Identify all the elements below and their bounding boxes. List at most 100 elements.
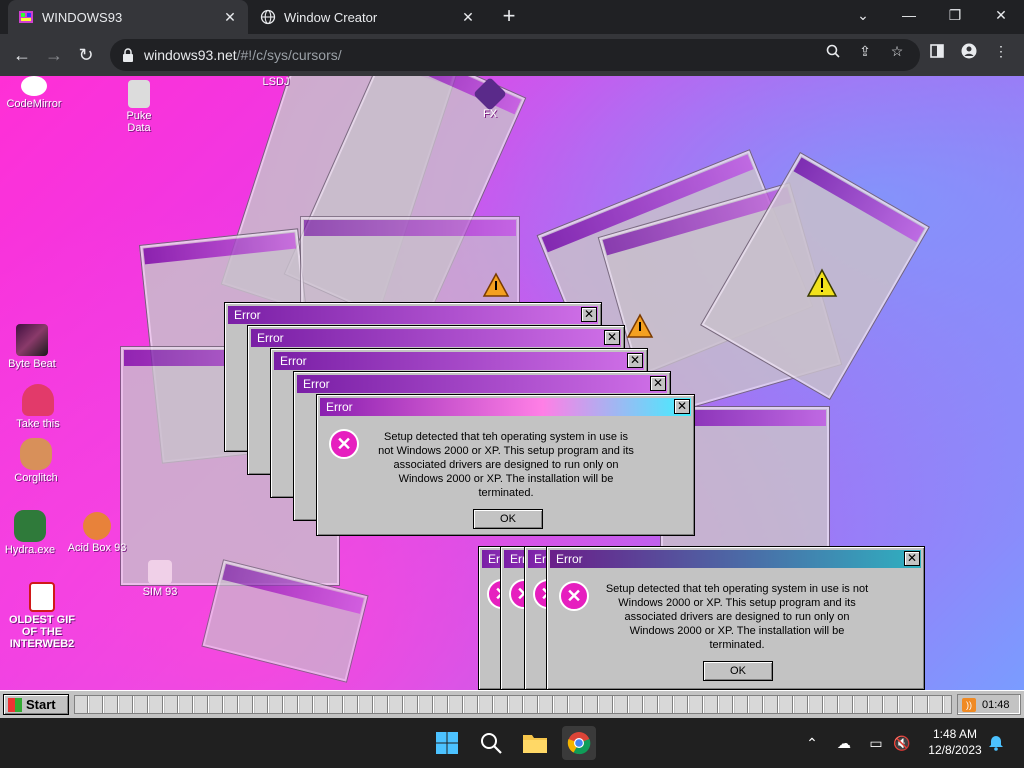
tab-close-icon[interactable]: ✕	[222, 9, 238, 25]
url-path: /#!/c/sys/cursors/	[236, 47, 342, 63]
system-clock[interactable]: 1:48 AM 12/8/2023	[920, 726, 990, 758]
error-x-icon: ✕	[329, 429, 359, 459]
close-icon[interactable]: ✕	[674, 399, 690, 414]
rss-feed-icon[interactable]: ))	[962, 697, 976, 712]
codemirror-icon	[21, 76, 47, 96]
take-this-icon	[22, 384, 54, 416]
search-icon[interactable]	[477, 729, 505, 757]
close-icon[interactable]: ✕	[650, 376, 666, 391]
ok-button[interactable]: OK	[473, 509, 543, 529]
desktop-icon-take-this[interactable]: Take this	[10, 384, 66, 430]
minimize-icon[interactable]: —	[886, 0, 932, 30]
cloud-offline-icon[interactable]: ☁	[834, 733, 854, 753]
tab-title: WINDOWS93	[42, 9, 123, 25]
error-dialog-main[interactable]: Error ✕ ✕ Setup detected that teh operat…	[316, 394, 695, 536]
start-logo-icon	[8, 697, 22, 712]
search-icon[interactable]	[824, 42, 842, 60]
file-explorer-icon[interactable]	[521, 729, 549, 757]
close-icon[interactable]: ✕	[604, 330, 620, 345]
desktop-icon-label: Hydra.exe	[4, 544, 56, 556]
byte-beat-icon	[16, 324, 48, 356]
chrome-icon[interactable]	[562, 726, 596, 760]
windows-taskbar: ⌃ ☁ ▭ 🔇 1:48 AM 12/8/2023	[0, 718, 1024, 768]
puke-data-icon	[128, 80, 150, 108]
oldest-gif-icon	[29, 582, 55, 612]
more-menu-icon[interactable]: ⋮	[992, 42, 1010, 60]
address-bar[interactable]: windows93.net/#!/c/sys/cursors/	[110, 39, 920, 71]
clock-date: 12/8/2023	[928, 743, 982, 757]
error-title: Error	[251, 329, 621, 347]
error-title: Error	[274, 352, 644, 370]
chevron-up-icon[interactable]: ⌃	[802, 733, 822, 753]
desktop-icon-oldest-gif[interactable]: OLDEST GIF OF THE INTERWEB2	[4, 582, 80, 650]
share-icon[interactable]: ⇪	[856, 42, 874, 60]
corglitch-icon	[20, 438, 52, 470]
side-panel-icon[interactable]	[928, 42, 946, 60]
browser-tab-bar: WINDOWS93 ✕ Window Creator ✕ + ⌄ — ❐ ✕	[0, 0, 1024, 34]
profile-icon[interactable]	[960, 42, 978, 60]
close-icon[interactable]: ✕	[627, 353, 643, 368]
start-button[interactable]: Start	[3, 694, 69, 715]
clock-time: 1:48 AM	[932, 727, 978, 741]
error-dialog-secondary[interactable]: Error ✕ ✕ Setup detected that teh operat…	[546, 546, 925, 690]
error-message: Setup detected that teh operating system…	[605, 583, 869, 651]
error-message: Setup detected that teh operating system…	[378, 431, 634, 499]
w93-clock: 01:48	[982, 698, 1010, 711]
browser-toolbar: ← → ↻ windows93.net/#!/c/sys/cursors/ ⇪ …	[0, 34, 1024, 76]
windows-start-icon[interactable]	[433, 729, 461, 757]
desktop-icon-label: Puke Data	[126, 110, 152, 134]
close-window-icon[interactable]: ✕	[978, 0, 1024, 30]
w93-taskbar: Start )) 01:48	[0, 690, 1024, 718]
desktop-icon-sim93[interactable]: SIM 93	[136, 560, 184, 598]
fx-star-icon	[473, 77, 507, 111]
error-title: Error	[550, 550, 921, 568]
display-icon[interactable]: ▭	[866, 733, 886, 753]
tab-close-icon[interactable]: ✕	[460, 9, 476, 25]
desktop-icon-label: LSDJ	[262, 76, 290, 88]
warning-triangle-icon	[806, 268, 838, 297]
desktop-icon-fx[interactable]: FX	[472, 77, 508, 120]
windows93-desktop: CodeMirror Byte Beat Take this Corglitch…	[0, 76, 1024, 690]
desktop-icon-acid-box[interactable]: Acid Box 93	[66, 512, 128, 554]
ok-button[interactable]: OK	[703, 661, 773, 681]
bookmark-star-icon[interactable]: ☆	[888, 42, 906, 60]
desktop-icon-label: Corglitch	[14, 472, 58, 484]
desktop-icon-lsdj[interactable]: LSDJ	[256, 76, 296, 88]
new-tab-button[interactable]: +	[498, 5, 520, 28]
start-label: Start	[26, 697, 56, 712]
lock-icon	[122, 48, 134, 62]
tab-search-chevron-icon[interactable]: ⌄	[840, 0, 886, 30]
desktop-icon-codemirror[interactable]: CodeMirror	[4, 76, 64, 110]
forward-arrow-icon[interactable]: →	[42, 43, 66, 67]
desktop-icon-label: OLDEST GIF OF THE INTERWEB2	[9, 614, 75, 650]
desktop-icon-label: Byte Beat	[8, 358, 56, 370]
acid-smiley-icon	[83, 512, 111, 540]
warning-triangle-icon	[626, 313, 654, 338]
volume-muted-icon[interactable]: 🔇	[892, 733, 912, 753]
url-host: windows93.net	[144, 47, 237, 63]
desktop-icon-label: Acid Box 93	[67, 542, 127, 554]
reload-icon[interactable]: ↻	[74, 43, 98, 67]
windows93-favicon-icon	[18, 9, 34, 25]
error-title: Error	[297, 375, 667, 393]
close-icon[interactable]: ✕	[904, 551, 920, 566]
notification-bell-icon[interactable]	[986, 733, 1006, 753]
tab-windows93[interactable]: WINDOWS93 ✕	[8, 0, 248, 34]
desktop-icon-puke-data[interactable]: Puke Data	[114, 80, 164, 134]
desktop-icon-hydra[interactable]: Hydra.exe	[2, 510, 58, 556]
close-icon[interactable]: ✕	[581, 307, 597, 322]
globe-icon	[260, 9, 276, 25]
desktop-icon-corglitch[interactable]: Corglitch	[8, 438, 64, 484]
taskbar-window-buttons[interactable]	[74, 695, 952, 714]
sim93-icon	[148, 560, 172, 584]
tab-title: Window Creator	[284, 9, 378, 25]
error-title: Error	[320, 398, 691, 416]
tab-window-creator[interactable]: Window Creator ✕	[250, 0, 486, 34]
warning-triangle-icon	[482, 272, 510, 297]
back-arrow-icon[interactable]: ←	[10, 43, 34, 67]
desktop-icon-label: Take this	[16, 418, 60, 430]
restore-icon[interactable]: ❐	[932, 0, 978, 30]
desktop-icon-byte-beat[interactable]: Byte Beat	[4, 324, 60, 370]
desktop-icon-label: SIM 93	[142, 586, 178, 598]
error-title: Error	[228, 306, 598, 324]
